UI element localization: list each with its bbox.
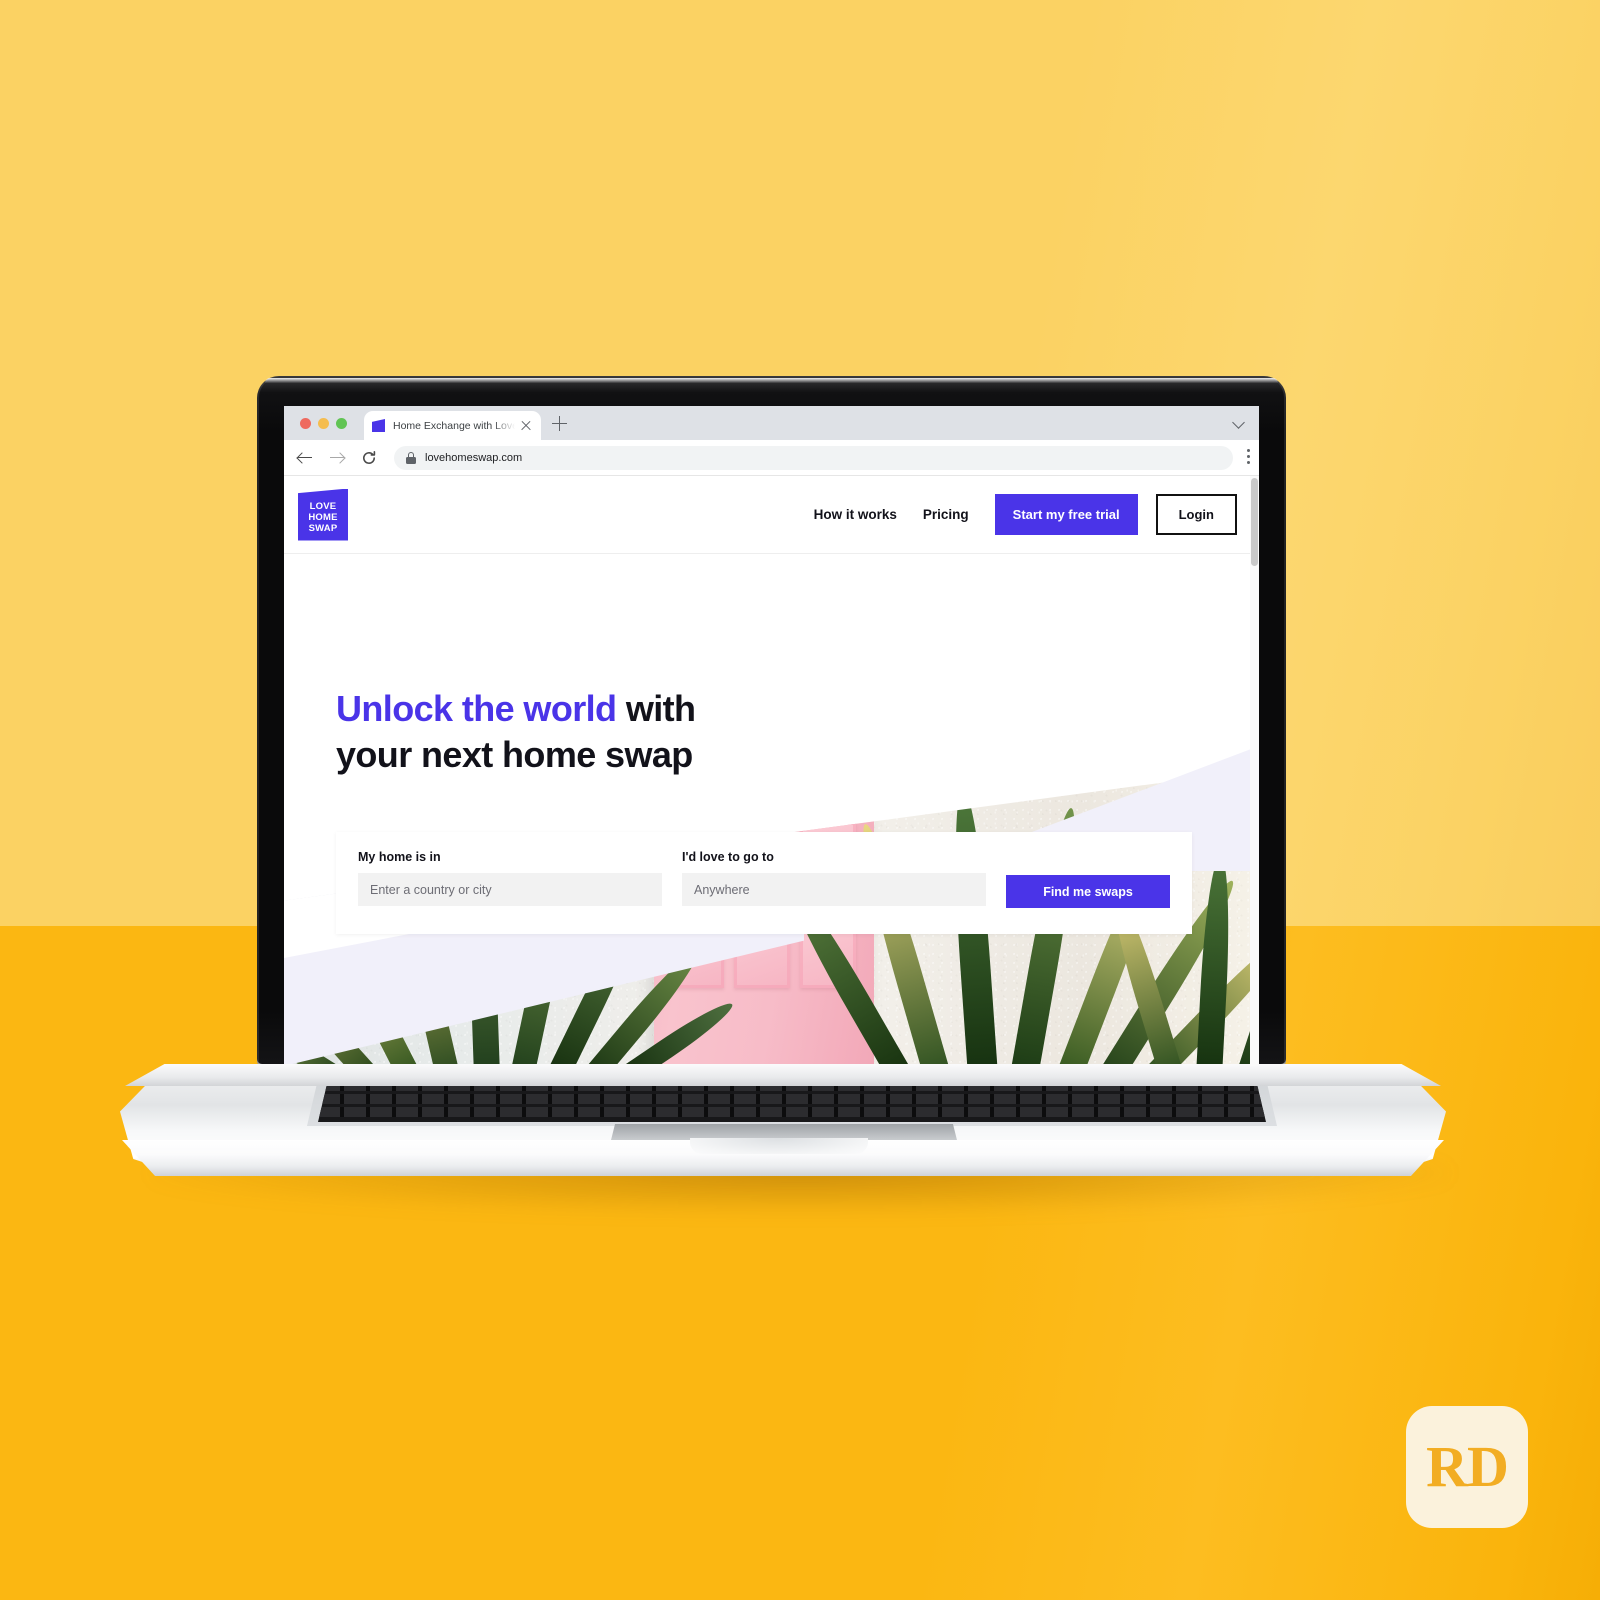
door-knob bbox=[847, 782, 860, 795]
browser-tab-strip: Home Exchange with Love Hom bbox=[284, 406, 1259, 440]
search-field-to: I'd love to go to bbox=[682, 850, 986, 906]
chevron-down-icon[interactable] bbox=[1232, 416, 1245, 429]
reload-icon[interactable] bbox=[358, 447, 380, 469]
hero-headline-rest: with bbox=[616, 688, 696, 729]
lovehomeswap-favicon-icon bbox=[372, 419, 385, 432]
browser-tab[interactable]: Home Exchange with Love Hom bbox=[364, 411, 541, 440]
window-close-button[interactable] bbox=[300, 418, 311, 429]
lock-icon bbox=[406, 451, 416, 464]
hero-headline-line-1: Unlock the world with bbox=[336, 686, 696, 732]
find-me-swaps-button[interactable]: Find me swaps bbox=[1006, 875, 1170, 908]
search-to-label: I'd love to go to bbox=[682, 850, 774, 864]
lid-highlight bbox=[265, 378, 1278, 383]
laptop-display: Home Exchange with Love Hom bbox=[284, 406, 1259, 1066]
search-from-input[interactable] bbox=[358, 873, 662, 906]
search-from-label: My home is in bbox=[358, 850, 441, 864]
logo-line-1: LOVE bbox=[309, 500, 337, 512]
address-bar[interactable]: lovehomeswap.com bbox=[394, 445, 1233, 470]
laptop-base-lip bbox=[125, 1064, 1441, 1086]
hero-headline: Unlock the world with your next home swa… bbox=[336, 686, 696, 778]
login-button[interactable]: Login bbox=[1155, 494, 1237, 535]
plus-icon[interactable] bbox=[552, 416, 567, 431]
laptop-base-notch bbox=[690, 1138, 868, 1154]
window-minimize-button[interactable] bbox=[318, 418, 329, 429]
start-free-trial-button[interactable]: Start my free trial bbox=[994, 494, 1138, 535]
hero-search-card: My home is in I'd love to go to Find me … bbox=[336, 832, 1192, 934]
screenshot-stage: Home Exchange with Love Hom bbox=[0, 0, 1600, 1600]
logo-line-2: HOME bbox=[308, 511, 338, 523]
kebab-menu-icon[interactable] bbox=[1247, 449, 1251, 467]
close-icon[interactable] bbox=[519, 419, 533, 433]
arrow-left-icon[interactable] bbox=[294, 447, 316, 469]
browser-toolbar: lovehomeswap.com bbox=[284, 440, 1259, 476]
page-scrollbar-thumb[interactable] bbox=[1251, 478, 1258, 566]
logo-line-3: SWAP bbox=[308, 522, 338, 534]
nav-item-pricing[interactable]: Pricing bbox=[923, 507, 969, 522]
search-field-from: My home is in bbox=[358, 850, 662, 906]
nav-item-how-it-works[interactable]: How it works bbox=[814, 507, 897, 522]
lovehomeswap-logo[interactable]: LOVE HOME SWAP bbox=[298, 488, 348, 541]
address-bar-url: lovehomeswap.com bbox=[425, 451, 523, 464]
main-navigation: How it works Pricing Start my free trial… bbox=[814, 494, 1259, 535]
laptop-mockup: Home Exchange with Love Hom bbox=[0, 0, 1600, 1600]
site-header: LOVE HOME SWAP How it works Pricing Star… bbox=[284, 476, 1259, 554]
search-to-input[interactable] bbox=[682, 873, 986, 906]
window-maximize-button[interactable] bbox=[336, 418, 347, 429]
rd-watermark-text: RD bbox=[1426, 1434, 1509, 1499]
browser-tab-title: Home Exchange with Love Hom bbox=[393, 419, 515, 432]
hero-headline-line-2: your next home swap bbox=[336, 734, 693, 776]
rd-watermark-badge: RD bbox=[1406, 1406, 1528, 1528]
arrow-right-icon[interactable] bbox=[326, 447, 348, 469]
hero-section: Unlock the world with your next home swa… bbox=[284, 554, 1259, 1066]
hero-headline-accent: Unlock the world bbox=[336, 688, 617, 729]
page-viewport: LOVE HOME SWAP How it works Pricing Star… bbox=[284, 476, 1259, 1066]
